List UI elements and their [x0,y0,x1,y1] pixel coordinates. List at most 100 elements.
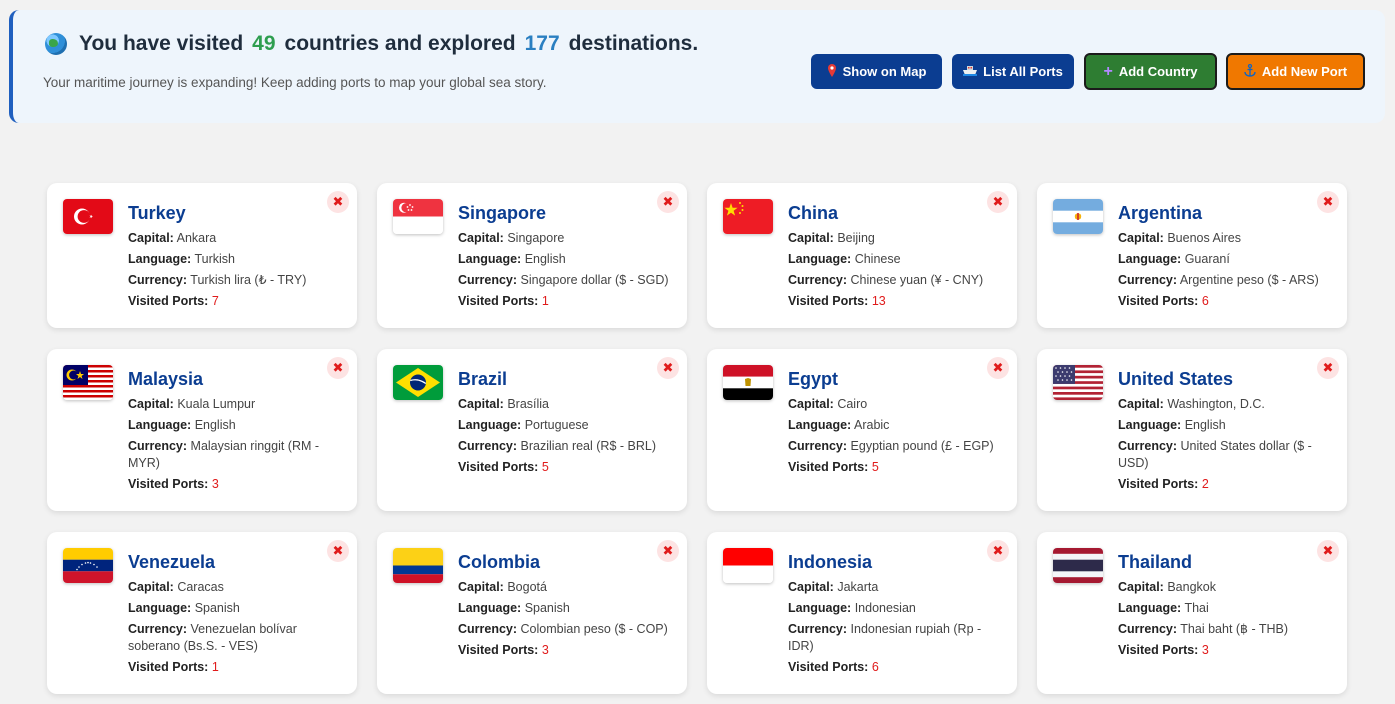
remove-country-button[interactable]: ✖ [987,191,1009,213]
capital-value: Caracas [177,580,224,594]
language-value: Guaraní [1184,252,1230,266]
language-label: Language: [1118,252,1182,266]
currency-value: Colombian peso ($ - COP) [520,622,668,636]
summary-subtitle: Your maritime journey is expanding! Keep… [43,75,547,90]
capital-value: Washington, D.C. [1167,397,1265,411]
country-card-venezuela[interactable]: ✖ Venezuela Capital: Caracas Language: S… [47,532,357,694]
capital-value: Ankara [176,231,217,245]
language-label: Language: [128,418,192,432]
countries-count: 49 [252,32,276,55]
capital-label: Capital: [788,231,834,245]
language-label: Language: [788,601,852,615]
language-label: Language: [128,252,192,266]
country-card-thailand[interactable]: ✖ Thailand Capital: Bangkok Language: Th… [1037,532,1347,694]
language-value: English [1184,418,1226,432]
capital-label: Capital: [788,397,834,411]
ports-value: 5 [541,460,549,474]
country-card-turkey[interactable]: ✖ Turkey Capital: Ankara Language: Turki… [47,183,357,328]
remove-country-button[interactable]: ✖ [657,540,679,562]
ports-value: 13 [871,294,886,308]
country-info: Capital: Bangkok Language: Thai Currency… [1118,579,1333,663]
country-card-singapore[interactable]: ✖ Singapore Capital: Singapore Language:… [377,183,687,328]
country-info: Capital: Beijing Language: Chinese Curre… [788,230,1003,314]
summary-middle: countries and explored [284,32,516,55]
ports-value: 6 [1201,294,1209,308]
remove-country-button[interactable]: ✖ [657,357,679,379]
capital-value: Bogotá [507,580,547,594]
country-info: Capital: Bogotá Language: Spanish Curren… [458,579,673,663]
language-value: Spanish [524,601,570,615]
remove-country-button[interactable]: ✖ [657,191,679,213]
remove-country-button[interactable]: ✖ [327,540,349,562]
language-value: Spanish [194,601,240,615]
united-states-flag-icon [1053,365,1103,400]
ports-value: 6 [871,660,879,674]
brazil-flag-icon [393,365,443,400]
ports-value: 2 [1201,477,1209,491]
country-name: Colombia [458,552,541,572]
ports-label: Visited Ports: [788,294,869,308]
country-card-indonesia[interactable]: ✖ Indonesia Capital: Jakarta Language: I… [707,532,1017,694]
add-new-port-button[interactable]: Add New Port [1226,53,1365,90]
anchor-icon [1244,63,1256,80]
malaysia-flag-icon [63,365,113,400]
ports-label: Visited Ports: [788,660,869,674]
capital-value: Bangkok [1167,580,1216,594]
add-country-button[interactable]: + Add Country [1084,53,1217,90]
country-info: Capital: Washington, D.C. Language: Engl… [1118,396,1333,497]
country-card-egypt[interactable]: ✖ Egypt Capital: Cairo Language: Arabic … [707,349,1017,511]
remove-country-button[interactable]: ✖ [1317,357,1339,379]
venezuela-flag-icon [63,548,113,583]
ports-label: Visited Ports: [458,643,539,657]
ports-label: Visited Ports: [458,294,539,308]
language-label: Language: [1118,418,1182,432]
indonesia-flag-icon [723,548,773,583]
country-card-united-states[interactable]: ✖ United States Capital: Washington, D.C… [1037,349,1347,511]
country-card-argentina[interactable]: ✖ Argentina Capital: Buenos Aires Langua… [1037,183,1347,328]
ports-label: Visited Ports: [1118,477,1199,491]
language-value: Portuguese [524,418,589,432]
add-new-port-label: Add New Port [1261,64,1348,79]
currency-label: Currency: [1118,273,1178,287]
remove-country-button[interactable]: ✖ [1317,191,1339,213]
currency-label: Currency: [1118,622,1178,636]
remove-country-button[interactable]: ✖ [1317,540,1339,562]
egypt-flag-icon [723,365,773,400]
ports-label: Visited Ports: [128,660,209,674]
remove-country-button[interactable]: ✖ [987,357,1009,379]
country-name: Egypt [788,369,839,389]
capital-label: Capital: [128,580,174,594]
currency-label: Currency: [128,622,188,636]
capital-label: Capital: [1118,397,1164,411]
language-value: Indonesian [854,601,916,615]
country-card-malaysia[interactable]: ✖ Malaysia Capital: Kuala Lumpur Languag… [47,349,357,511]
country-card-china[interactable]: ✖ China Capital: Beijing Language: Chine… [707,183,1017,328]
country-info: Capital: Ankara Language: Turkish Curren… [128,230,343,314]
language-label: Language: [458,252,522,266]
country-info: Capital: Singapore Language: English Cur… [458,230,673,314]
summary-prefix: You have visited [79,32,244,55]
ports-label: Visited Ports: [128,294,209,308]
language-label: Language: [788,252,852,266]
show-on-map-button[interactable]: Show on Map [811,54,942,89]
ports-label: Visited Ports: [1118,294,1199,308]
currency-value: Turkish lira (₺ - TRY) [190,273,307,287]
country-name: Malaysia [128,369,204,389]
currency-label: Currency: [788,273,848,287]
remove-country-button[interactable]: ✖ [327,191,349,213]
turkey-flag-icon [63,199,113,234]
summary-banner: You have visited 49 countries and explor… [9,10,1385,123]
language-value: Turkish [194,252,235,266]
currency-value: Thai baht (฿ - THB) [1180,622,1289,636]
language-value: Thai [1184,601,1209,615]
country-card-brazil[interactable]: ✖ Brazil Capital: Brasília Language: Por… [377,349,687,511]
remove-country-button[interactable]: ✖ [987,540,1009,562]
list-all-ports-button[interactable]: List All Ports [952,54,1074,89]
summary-suffix: destinations. [568,32,699,55]
globe-icon [45,33,67,55]
ports-value: 3 [541,643,549,657]
country-card-colombia[interactable]: ✖ Colombia Capital: Bogotá Language: Spa… [377,532,687,694]
remove-country-button[interactable]: ✖ [327,357,349,379]
capital-value: Beijing [837,231,875,245]
country-name: Venezuela [128,552,216,572]
